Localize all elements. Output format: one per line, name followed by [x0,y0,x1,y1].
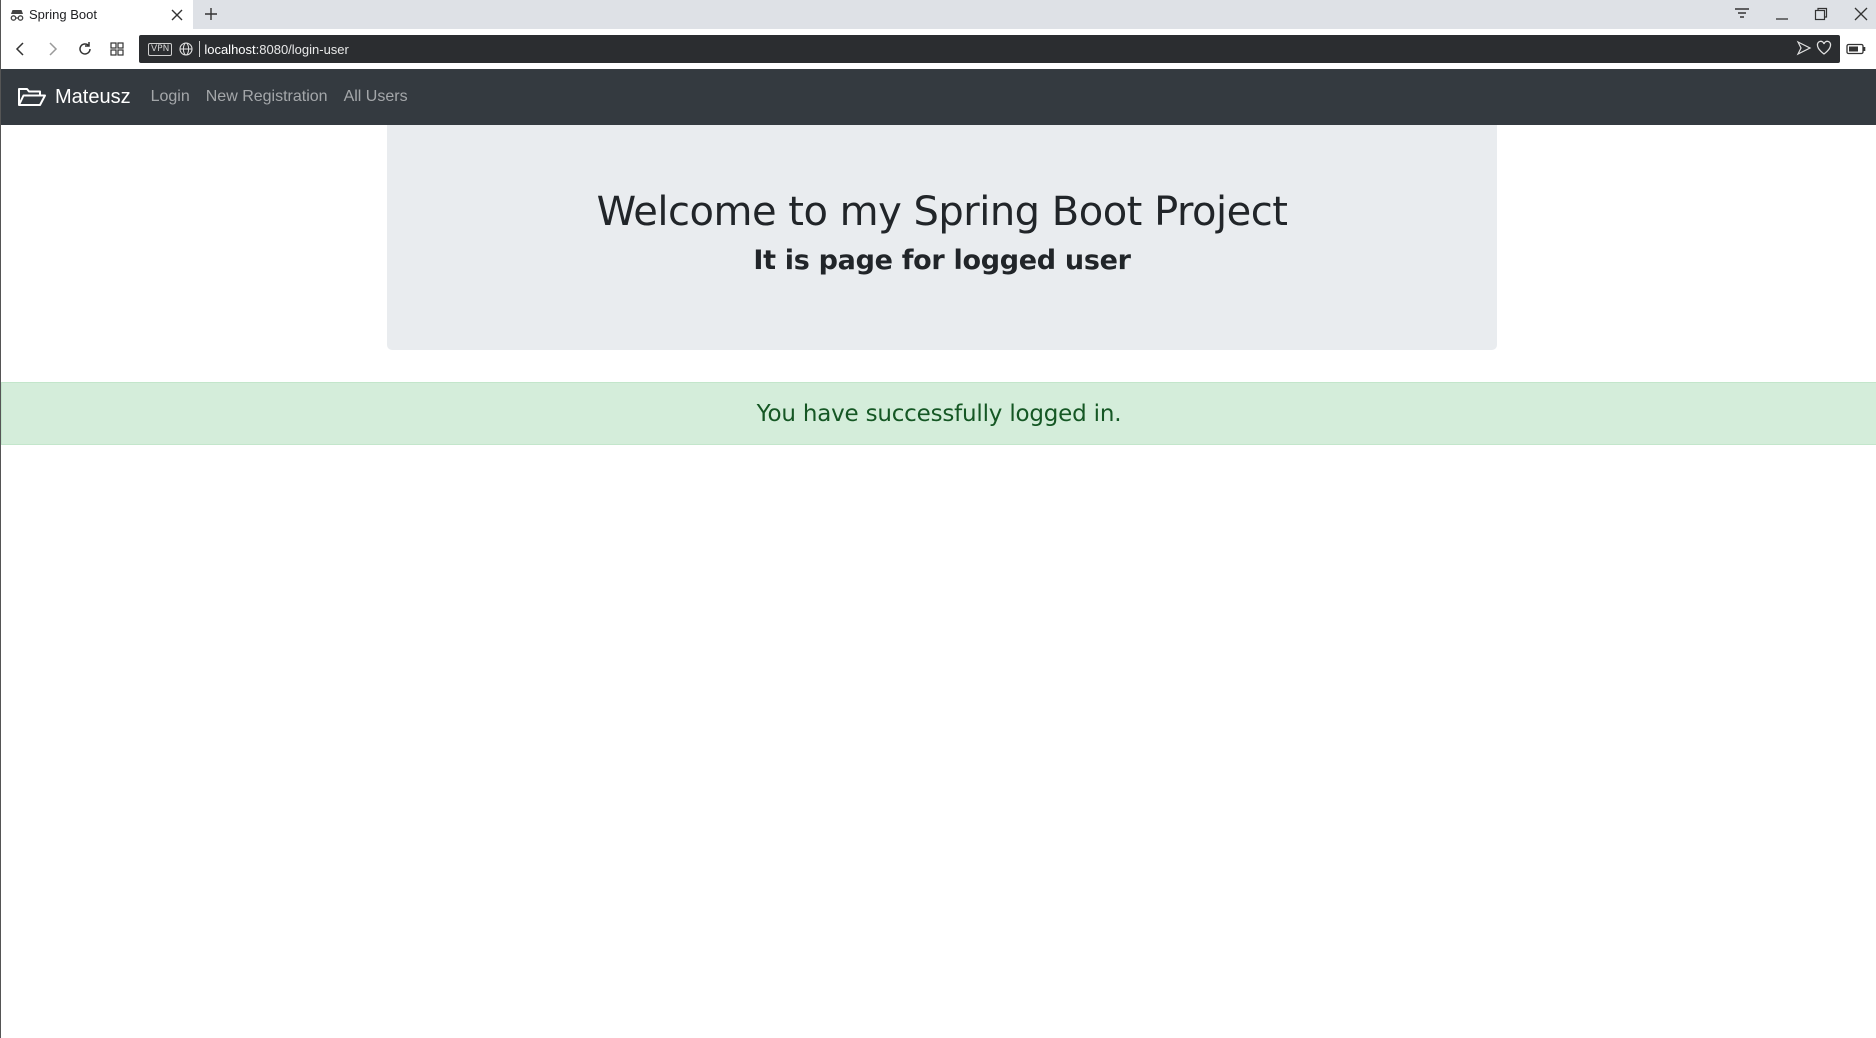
success-alert: You have successfully logged in. [1,382,1876,445]
heart-icon[interactable] [1816,40,1832,61]
battery-icon[interactable] [1845,41,1867,57]
speed-dial-icon[interactable] [105,37,129,61]
incognito-icon [9,8,25,22]
tab-menu-icon[interactable] [1729,2,1755,26]
browser-window: Spring Boot VPN localhost:8080/login-use… [0,0,1876,1038]
address-bar[interactable]: VPN localhost:8080/login-user [139,35,1840,63]
folder-open-icon [17,85,49,109]
navbar-brand[interactable]: Mateusz [17,85,131,109]
jumbotron: Welcome to my Spring Boot Project It is … [387,125,1497,350]
address-bar-actions [1796,40,1832,61]
url-text[interactable]: localhost:8080/login-user [204,42,349,57]
globe-icon[interactable] [178,41,194,57]
site-navbar: Mateusz Login New Registration All Users [1,69,1876,125]
new-tab-icon[interactable] [201,4,221,24]
url-path: :8080/login-user [255,41,349,57]
restore-icon[interactable] [1808,2,1834,26]
back-icon[interactable] [9,37,33,61]
nav-link-new-registration[interactable]: New Registration [206,88,328,106]
close-tab-icon[interactable] [167,5,187,25]
close-window-icon[interactable] [1848,2,1874,26]
browser-toolbar: VPN localhost:8080/login-user [1,29,1876,69]
alert-message: You have successfully logged in. [756,400,1122,427]
page-subtitle: It is page for logged user [753,245,1131,276]
nav-link-all-users[interactable]: All Users [344,88,408,106]
url-separator [199,41,201,57]
nav-link-login[interactable]: Login [151,88,190,106]
reload-icon[interactable] [73,37,97,61]
tab-strip: Spring Boot [1,0,1876,29]
tab-title: Spring Boot [29,7,97,22]
brand-label: Mateusz [55,85,131,108]
url-host: localhost [204,41,256,57]
minimize-icon[interactable] [1769,2,1795,26]
send-icon[interactable] [1796,40,1812,61]
browser-tab[interactable]: Spring Boot [1,0,193,29]
page-title: Welcome to my Spring Boot Project [596,189,1288,235]
vpn-badge[interactable]: VPN [148,42,173,56]
forward-icon[interactable] [40,37,64,61]
